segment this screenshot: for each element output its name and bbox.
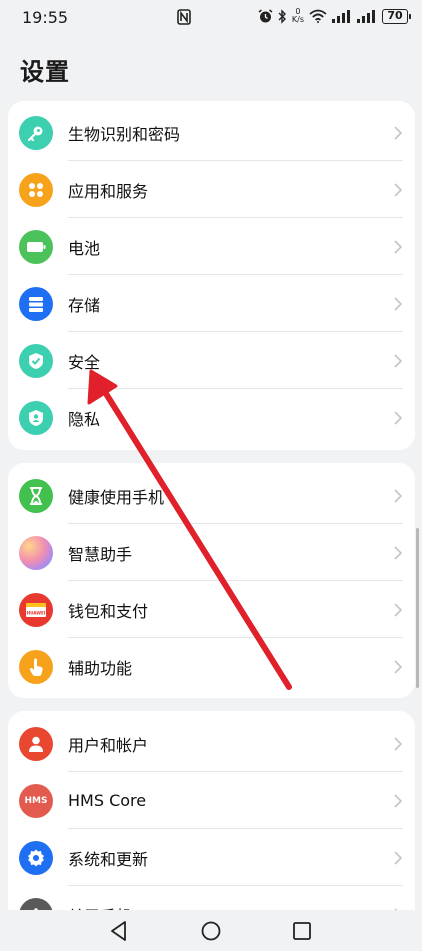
navigation-bar: [0, 910, 422, 951]
chevron-right-icon: [394, 296, 403, 311]
status-icons: 0 K/s 70: [258, 8, 411, 24]
battery-indicator: 70: [382, 8, 411, 24]
wallet-icon: HUAWEI: [19, 592, 53, 627]
hms-icon: HMS: [19, 783, 53, 818]
status-time: 19:55: [22, 8, 69, 27]
setting-item-digital-balance[interactable]: 健康使用手机: [8, 467, 415, 524]
status-bar: 19:55 0 K/s 70: [0, 0, 422, 36]
setting-label: HMS Core: [68, 791, 147, 810]
gear-icon: [19, 840, 53, 875]
setting-label: 系统和更新: [68, 849, 149, 869]
setting-item-hms-core[interactable]: HMS HMS Core: [8, 772, 415, 829]
chevron-right-icon: [394, 410, 403, 425]
settings-group-1: 生物识别和密码 应用和服务 电池 存储 安全 隐私: [8, 101, 415, 450]
setting-item-wallet[interactable]: HUAWEI 钱包和支付: [8, 581, 415, 638]
storage-icon: [19, 286, 53, 321]
setting-label: 辅助功能: [68, 658, 133, 678]
setting-item-system-update[interactable]: 系统和更新: [8, 829, 415, 886]
setting-label: 健康使用手机: [68, 487, 165, 507]
chevron-right-icon: [394, 793, 403, 808]
wallet-icon-text: HUAWEI: [27, 610, 46, 615]
setting-item-accessibility[interactable]: 辅助功能: [8, 638, 415, 695]
net-speed-unit: K/s: [291, 15, 304, 24]
net-speed: 0 K/s: [292, 8, 304, 24]
chevron-right-icon: [394, 545, 403, 560]
battery-icon: [19, 229, 53, 264]
home-button[interactable]: [200, 920, 222, 942]
apps-icon: [19, 172, 53, 207]
wifi-icon: [309, 9, 327, 23]
chevron-right-icon: [394, 736, 403, 751]
chevron-right-icon: [394, 353, 403, 368]
setting-label: 电池: [68, 238, 101, 258]
setting-item-privacy[interactable]: 隐私: [8, 389, 415, 446]
hourglass-icon: [19, 478, 53, 513]
chevron-right-icon: [394, 602, 403, 617]
assistant-icon: [19, 535, 53, 570]
setting-label: 用户和帐户: [68, 735, 149, 755]
setting-label: 智慧助手: [68, 544, 133, 564]
chevron-right-icon: [394, 488, 403, 503]
privacy-icon: [19, 400, 53, 435]
setting-item-security[interactable]: 安全: [8, 332, 415, 389]
setting-label: 应用和服务: [68, 181, 149, 201]
settings-group-2: 健康使用手机 智慧助手 HUAWEI 钱包和支付 辅助功能: [8, 463, 415, 698]
setting-label: 安全: [68, 352, 101, 372]
settings-group-3: 用户和帐户 HMS HMS Core 系统和更新 关于手机: [8, 711, 415, 941]
back-button[interactable]: [109, 920, 129, 942]
chevron-right-icon: [394, 659, 403, 674]
signal-icon: [332, 9, 350, 23]
nfc-icon: [177, 9, 191, 25]
chevron-right-icon: [394, 239, 403, 254]
setting-label: 钱包和支付: [68, 601, 149, 621]
scrollbar[interactable]: [416, 528, 419, 688]
shield-check-icon: [19, 343, 53, 378]
setting-item-apps[interactable]: 应用和服务: [8, 161, 415, 218]
signal-icon-2: [357, 9, 375, 23]
setting-label: 存储: [68, 295, 101, 315]
setting-item-accounts[interactable]: 用户和帐户: [8, 715, 415, 772]
key-icon: [19, 115, 53, 150]
chevron-right-icon: [394, 125, 403, 140]
recents-button[interactable]: [292, 920, 312, 942]
chevron-right-icon: [394, 850, 403, 865]
setting-item-storage[interactable]: 存储: [8, 275, 415, 332]
hand-icon: [19, 649, 53, 684]
page-title: 设置: [20, 58, 70, 86]
setting-label: 生物识别和密码: [68, 124, 181, 144]
setting-item-assistant[interactable]: 智慧助手: [8, 524, 415, 581]
bluetooth-icon: [278, 8, 286, 24]
setting-item-battery[interactable]: 电池: [8, 218, 415, 275]
setting-label: 隐私: [68, 409, 101, 429]
setting-item-biometrics[interactable]: 生物识别和密码: [8, 104, 415, 161]
user-icon: [19, 726, 53, 761]
chevron-right-icon: [394, 182, 403, 197]
alarm-icon: [258, 8, 273, 22]
